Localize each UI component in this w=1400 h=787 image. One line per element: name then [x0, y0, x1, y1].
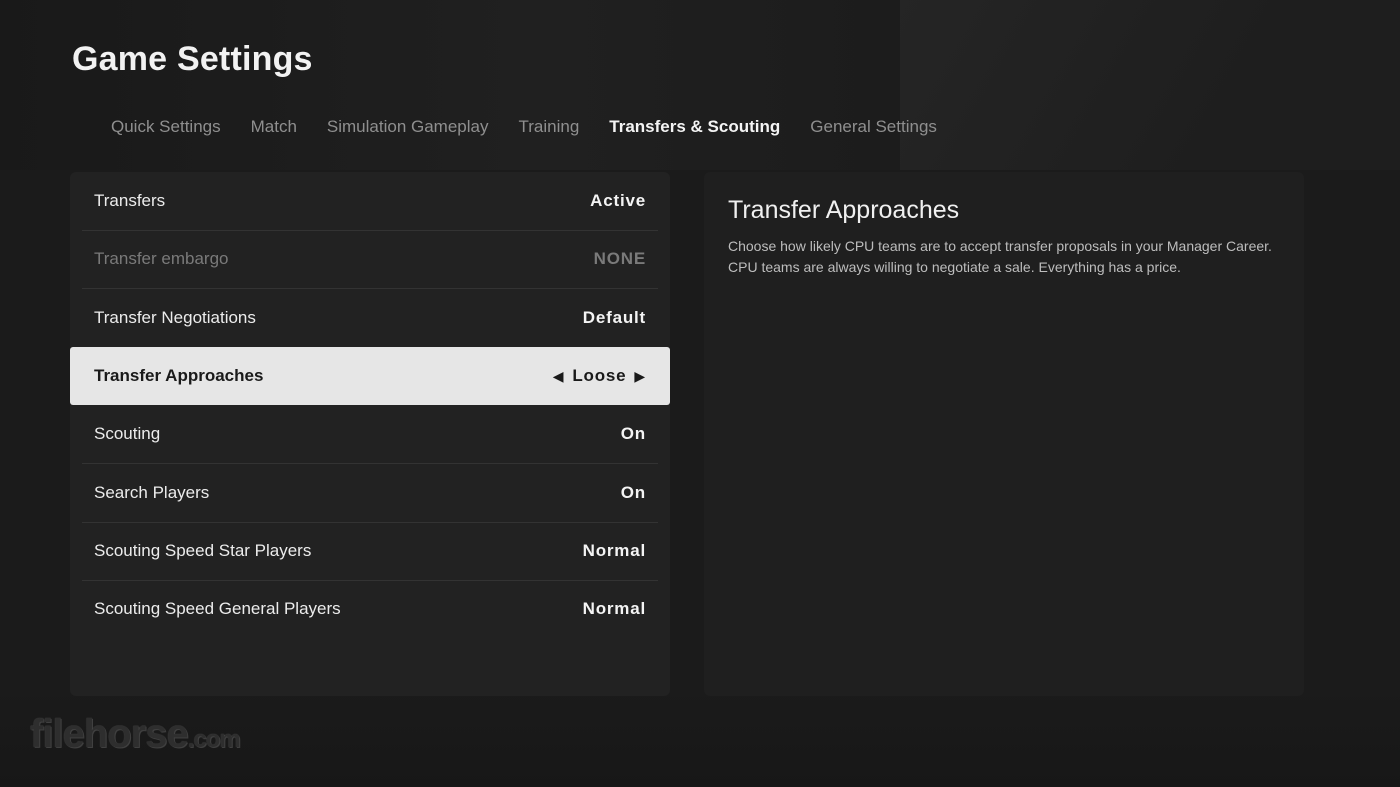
setting-row-transfer-approaches[interactable]: Transfer Approaches ◀ Loose ▶	[70, 347, 670, 405]
setting-value: Normal	[582, 541, 646, 560]
arrow-left-icon[interactable]: ◀	[553, 347, 565, 405]
info-title: Transfer Approaches	[728, 196, 960, 224]
setting-label: Scouting Speed General Players	[94, 599, 341, 618]
setting-row-transfers[interactable]: Transfers Active	[82, 172, 658, 231]
setting-value-selector: ◀ Loose ▶	[553, 347, 646, 405]
tab-match[interactable]: Match	[236, 114, 312, 140]
setting-value: Normal	[582, 599, 646, 618]
setting-label: Scouting Speed Star Players	[94, 541, 312, 560]
setting-row-transfer-embargo[interactable]: Transfer embargo NONE	[82, 230, 658, 289]
setting-value: On	[620, 424, 646, 443]
setting-value: NONE	[593, 249, 646, 268]
setting-value: Active	[590, 191, 646, 210]
filehorse-watermark-logo: filehorse.com	[30, 712, 241, 757]
setting-row-scouting[interactable]: Scouting On	[82, 405, 658, 464]
setting-row-scouting-speed-general[interactable]: Scouting Speed General Players Normal	[82, 580, 658, 638]
settings-list: Transfers Active Transfer embargo NONE T…	[70, 172, 670, 696]
setting-row-transfer-negotiations[interactable]: Transfer Negotiations Default	[82, 289, 658, 348]
tab-quick-settings[interactable]: Quick Settings	[96, 114, 236, 140]
tab-simulation-gameplay[interactable]: Simulation Gameplay	[312, 114, 504, 140]
setting-value: Default	[582, 308, 646, 327]
info-description: Choose how likely CPU teams are to accep…	[728, 238, 1272, 275]
watermark-text: filehorse	[30, 712, 189, 756]
setting-value: On	[620, 483, 646, 502]
info-panel: Transfer Approaches Choose how likely CP…	[704, 172, 1304, 696]
setting-row-scouting-speed-star[interactable]: Scouting Speed Star Players Normal	[82, 522, 658, 581]
tab-transfers-scouting[interactable]: Transfers & Scouting	[594, 114, 795, 140]
background-top	[0, 0, 900, 170]
background-shape	[900, 0, 1400, 170]
page-title: Game Settings	[72, 40, 313, 78]
setting-label: Transfer embargo	[94, 249, 229, 268]
setting-value: Loose	[572, 366, 627, 385]
tab-bar: Quick Settings Match Simulation Gameplay…	[96, 114, 952, 140]
setting-label: Transfers	[94, 191, 166, 210]
setting-row-search-players[interactable]: Search Players On	[82, 464, 658, 523]
setting-label: Search Players	[94, 483, 210, 502]
setting-label: Transfer Negotiations	[94, 308, 256, 327]
setting-label: Transfer Approaches	[94, 366, 264, 385]
watermark-suffix: .com	[187, 726, 241, 753]
arrow-right-icon[interactable]: ▶	[634, 347, 646, 405]
tab-training[interactable]: Training	[503, 114, 594, 140]
setting-label: Scouting	[94, 424, 161, 443]
tab-general-settings[interactable]: General Settings	[795, 114, 952, 140]
